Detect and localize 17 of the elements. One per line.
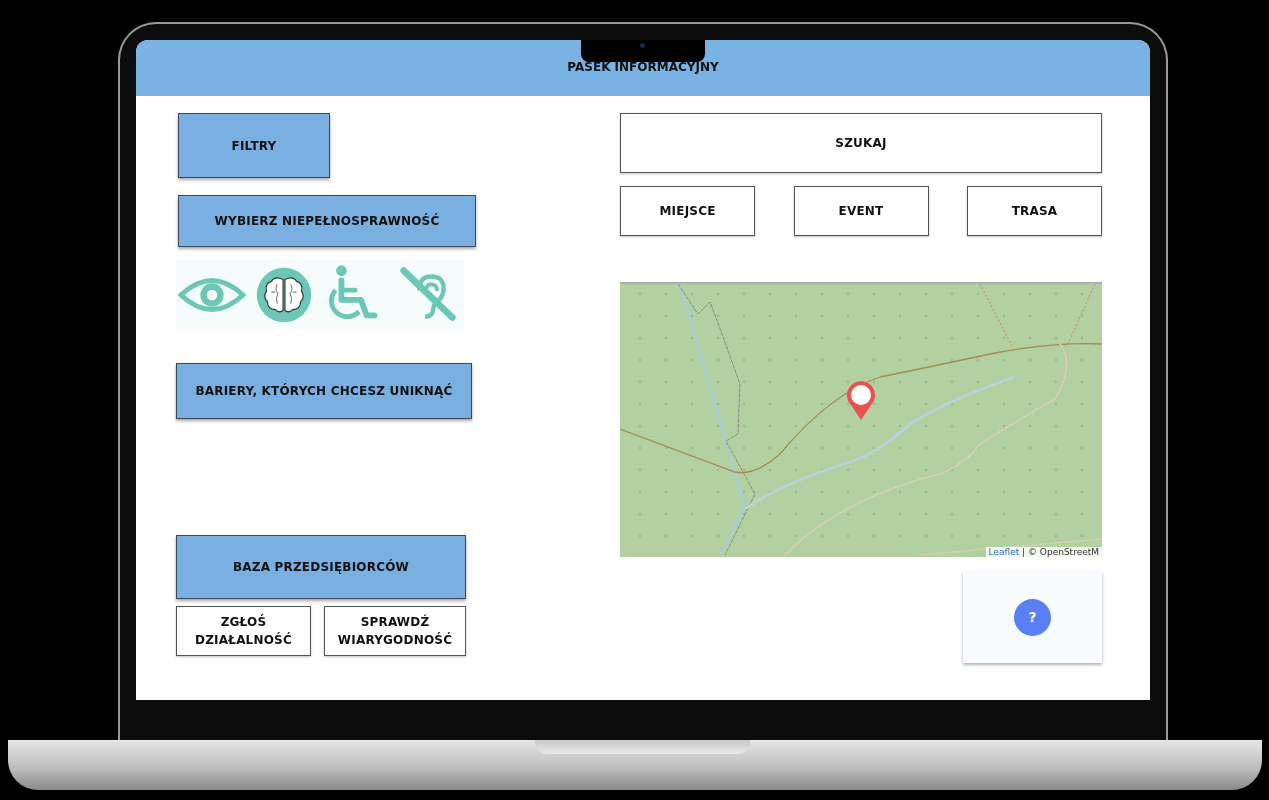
- help-button[interactable]: ?: [1014, 598, 1051, 636]
- choose-disability-button[interactable]: WYBIERZ NIEPEŁNOSPRAWNOŚĆ: [178, 195, 476, 247]
- map-view[interactable]: Leaflet | © OpenStreetM: [620, 282, 1102, 557]
- barriers-button[interactable]: BARIERY, KTÓRYCH CHCESZ UNIKNĄĆ: [176, 363, 472, 419]
- business-database-button[interactable]: BAZA PRZEDSIĘBIORCÓW: [176, 535, 466, 599]
- crossed-ear-icon[interactable]: [392, 260, 464, 330]
- register-business-button[interactable]: ZGŁOŚ DZIAŁALNOŚĆ: [176, 606, 311, 656]
- place-tab[interactable]: MIEJSCE: [620, 186, 755, 236]
- filters-button[interactable]: FILTRY: [178, 113, 330, 178]
- info-bar-title: PASEK INFORMACYJNY: [566, 60, 720, 74]
- route-tab[interactable]: TRASA: [967, 186, 1102, 236]
- verify-credibility-button[interactable]: SPRAWDŹ WIARYGODNOŚĆ: [324, 606, 466, 656]
- map-pin-icon[interactable]: [846, 381, 876, 421]
- map-attribution: Leaflet | © OpenStreetM: [985, 547, 1102, 557]
- event-tab[interactable]: EVENT: [793, 186, 929, 236]
- search-button[interactable]: SZUKAJ: [620, 113, 1102, 173]
- leaflet-link[interactable]: Leaflet: [988, 547, 1020, 557]
